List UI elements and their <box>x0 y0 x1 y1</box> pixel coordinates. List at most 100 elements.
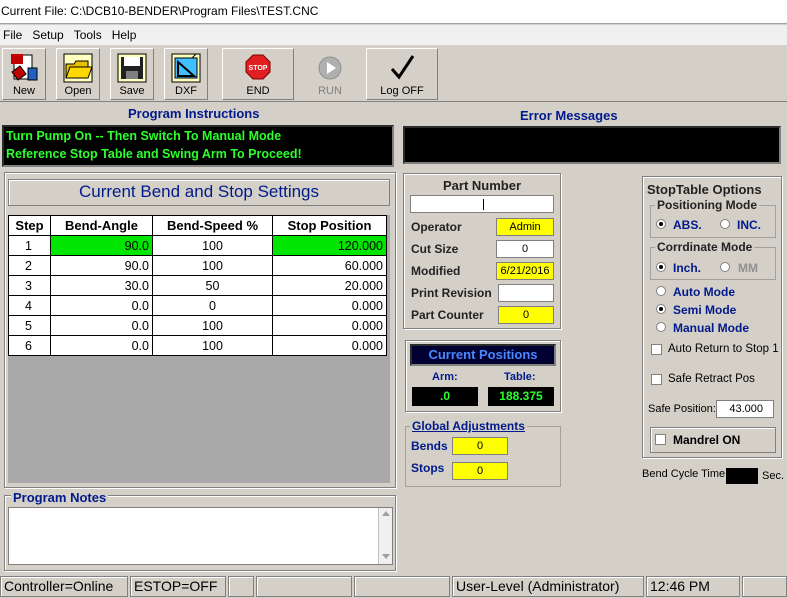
bend-cycle-unit: Sec. <box>762 470 785 482</box>
svg-text:STOP: STOP <box>249 65 268 72</box>
open-button[interactable]: Open <box>56 48 100 100</box>
clock-status: 12:46 PM <box>646 576 740 597</box>
notes-scrollbar[interactable] <box>378 508 392 564</box>
bend-cycle-label: Bend Cycle Time <box>642 468 726 480</box>
run-button[interactable]: RUN <box>296 48 364 100</box>
global-adjustments-legend: Global Adjustments <box>412 419 525 433</box>
program-notes-textarea[interactable] <box>8 507 393 565</box>
table-row[interactable]: 4 0.0 0 0.000 <box>8 295 387 316</box>
program-notes-header: Program Notes <box>11 490 109 505</box>
stops-label: Stops <box>411 461 445 475</box>
print-revision-label: Print Revision <box>411 286 492 300</box>
scroll-down-icon[interactable] <box>382 554 390 560</box>
cell-bend-speed[interactable]: 100 <box>152 315 273 336</box>
cell-step[interactable]: 4 <box>8 295 51 316</box>
cell-bend-speed[interactable]: 50 <box>152 275 273 296</box>
table-row[interactable]: 2 90.0 100 60.000 <box>8 255 387 276</box>
col-bend-speed: Bend-Speed % <box>152 215 273 236</box>
safe-position-label: Safe Position: <box>648 403 716 415</box>
print-revision-field[interactable] <box>498 284 554 302</box>
cell-step[interactable]: 3 <box>8 275 51 296</box>
play-icon <box>318 56 342 80</box>
operator-field[interactable]: Admin <box>496 218 554 236</box>
part-counter-field[interactable]: 0 <box>498 306 554 324</box>
cell-bend-speed[interactable]: 0 <box>152 295 273 316</box>
cell-step[interactable]: 6 <box>8 335 51 356</box>
table-row[interactable]: 3 30.0 50 20.000 <box>8 275 387 296</box>
part-number-header: Part Number <box>442 178 522 193</box>
stoptable-header: StopTable Options <box>647 182 762 197</box>
cut-size-field[interactable]: 0 <box>496 240 554 258</box>
table-row[interactable]: 1 90.0 100 120.000 <box>8 235 387 256</box>
menu-file[interactable]: File <box>0 25 29 45</box>
status-cell-empty-3 <box>354 576 450 597</box>
part-counter-label: Part Counter <box>411 308 484 322</box>
semi-mode-radio[interactable] <box>656 304 666 314</box>
cell-bend-speed[interactable]: 100 <box>152 235 273 256</box>
program-instructions-header: Program Instructions <box>128 106 260 121</box>
safe-retract-label: Safe Retract Pos <box>668 373 755 385</box>
dxf-button[interactable]: DXF <box>164 48 208 100</box>
instruction-line-1: Turn Pump On -- Then Switch To Manual Mo… <box>6 129 282 143</box>
manual-mode-radio[interactable] <box>656 322 666 332</box>
cell-step[interactable]: 5 <box>8 315 51 336</box>
new-button[interactable]: New <box>2 48 46 100</box>
cell-bend-speed[interactable]: 100 <box>152 255 273 276</box>
table-row[interactable]: 5 0.0 100 0.000 <box>8 315 387 336</box>
menu-help[interactable]: Help <box>109 25 144 45</box>
status-cell-empty-4 <box>742 576 787 597</box>
cell-stop-position[interactable]: 0.000 <box>272 295 387 316</box>
cell-bend-speed[interactable]: 100 <box>152 335 273 356</box>
modified-field[interactable]: 6/21/2016 <box>496 262 554 280</box>
table-position-display: 188.375 <box>488 387 554 406</box>
auto-mode-radio[interactable] <box>656 286 666 296</box>
mandrel-checkbox[interactable] <box>655 434 666 445</box>
inch-radio[interactable] <box>656 262 666 272</box>
cell-bend-angle[interactable]: 0.0 <box>50 295 153 316</box>
table-row[interactable]: 6 0.0 100 0.000 <box>8 335 387 356</box>
menu-setup[interactable]: Setup <box>29 25 70 45</box>
mandrel-label: Mandrel ON <box>673 433 741 447</box>
cell-stop-position[interactable]: 60.000 <box>272 255 387 276</box>
toolbar: New Open Save DXF STOP END RUN Log OFF <box>0 46 787 102</box>
cell-bend-angle[interactable]: 90.0 <box>50 235 153 256</box>
part-number-input[interactable] <box>410 195 554 213</box>
safe-position-field[interactable]: 43.000 <box>716 400 774 418</box>
safe-retract-checkbox[interactable] <box>651 374 662 385</box>
cell-stop-position[interactable]: 0.000 <box>272 315 387 336</box>
stops-adjust-field[interactable]: 0 <box>452 462 508 480</box>
checkmark-icon <box>390 55 415 80</box>
abs-label: ABS. <box>673 218 702 232</box>
cell-stop-position[interactable]: 120.000 <box>272 235 387 256</box>
cell-bend-angle[interactable]: 0.0 <box>50 315 153 336</box>
cell-bend-angle[interactable]: 0.0 <box>50 335 153 356</box>
inc-radio[interactable] <box>720 219 730 229</box>
error-messages-header: Error Messages <box>520 108 618 123</box>
mm-label: MM <box>738 261 758 275</box>
col-stop-position: Stop Position <box>272 215 387 236</box>
cell-stop-position[interactable]: 20.000 <box>272 275 387 296</box>
user-level-status: User-Level (Administrator) <box>452 576 644 597</box>
auto-return-checkbox[interactable] <box>651 344 662 355</box>
cell-step[interactable]: 1 <box>8 235 51 256</box>
table-label: Table: <box>504 371 536 383</box>
cell-step[interactable]: 2 <box>8 255 51 276</box>
logoff-button[interactable]: Log OFF <box>366 48 438 100</box>
mm-radio[interactable] <box>720 262 730 272</box>
col-bend-angle: Bend-Angle <box>50 215 153 236</box>
cell-stop-position[interactable]: 0.000 <box>272 335 387 356</box>
new-file-icon <box>11 54 38 81</box>
auto-return-label: Auto Return to Stop 1 <box>668 343 779 355</box>
end-button[interactable]: STOP END <box>222 48 294 100</box>
scroll-up-icon[interactable] <box>382 511 390 517</box>
abs-radio[interactable] <box>656 219 666 229</box>
menu-bar: File Setup Tools Help <box>0 25 787 45</box>
bend-cycle-display <box>726 468 758 484</box>
save-button[interactable]: Save <box>110 48 154 100</box>
cell-bend-angle[interactable]: 30.0 <box>50 275 153 296</box>
bends-adjust-field[interactable]: 0 <box>452 437 508 455</box>
window-title: Current File: C:\DCB10-BENDER\Program Fi… <box>0 0 787 24</box>
menu-tools[interactable]: Tools <box>71 25 109 45</box>
arm-position-display: .0 <box>412 387 478 406</box>
cell-bend-angle[interactable]: 90.0 <box>50 255 153 276</box>
